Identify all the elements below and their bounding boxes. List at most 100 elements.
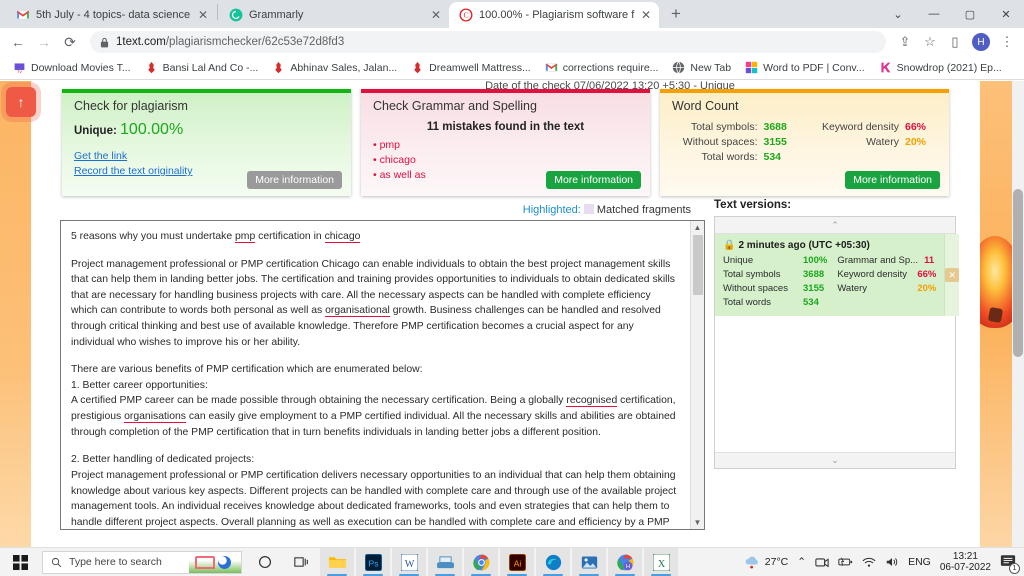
- stat-row: Total words: 534: [672, 151, 796, 163]
- gmail-icon: [544, 63, 558, 72]
- notifications-button[interactable]: 1: [1000, 554, 1020, 574]
- page-scrollbar-thumb[interactable]: [1013, 189, 1023, 357]
- bookmark-dreamwell-mattress[interactable]: Dreamwell Mattress...: [404, 59, 538, 76]
- stat-label: Total symbols: [723, 269, 781, 280]
- chrome-profile-icon: H: [616, 554, 633, 570]
- window-close-button[interactable]: ✕: [988, 0, 1024, 28]
- bookmark-word-to-pdf[interactable]: Word to PDF | Conv...: [738, 59, 872, 76]
- share-icon[interactable]: ⇪: [894, 31, 916, 53]
- bookmark-label: Download Movies T...: [31, 61, 131, 74]
- k-icon: [881, 62, 891, 73]
- news-and-interests-widget[interactable]: [189, 551, 241, 573]
- word-count-more-information-button[interactable]: More information: [845, 171, 940, 189]
- bookmark-star-icon[interactable]: ☆: [919, 31, 941, 53]
- text-versions-collapse-button[interactable]: ⌃: [715, 217, 955, 234]
- stat-value: 66%: [905, 121, 927, 133]
- word-icon: W: [400, 553, 418, 571]
- taskbar-chrome-button[interactable]: [464, 547, 498, 576]
- language-indicator[interactable]: ENG: [908, 556, 931, 568]
- browser-tab-1[interactable]: Grammarly ✕: [219, 2, 449, 28]
- bookmark-snowdrop[interactable]: Snowdrop (2021) Ep...: [872, 59, 1009, 76]
- bookmark-abhinav-sales[interactable]: Abhinav Sales, Jalan...: [265, 59, 404, 76]
- bookmark-new-tab[interactable]: New Tab: [665, 59, 738, 76]
- document-panel: Highlighted: Matched fragments 5 reasons …: [60, 204, 705, 530]
- chrome-menu-icon[interactable]: ⋮: [996, 31, 1018, 53]
- word-count-left-column: Total symbols: 3688 Without spaces: 3155 T…: [672, 121, 796, 163]
- document-scroll-down-icon[interactable]: ▼: [691, 516, 704, 529]
- svg-text:H: H: [626, 563, 630, 569]
- copyright-icon: C: [459, 8, 473, 22]
- unique-value: 100.00%: [120, 121, 184, 138]
- windows-icon: [12, 554, 28, 570]
- browser-tab-1-close-icon[interactable]: ✕: [431, 9, 441, 21]
- taskbar-cortana-button[interactable]: [248, 548, 282, 576]
- stat-label: Grammar and Sp...: [837, 255, 919, 266]
- taskbar-photos-button[interactable]: [572, 547, 606, 576]
- stat-label: Total words: [723, 297, 772, 308]
- stat-label: Without spaces:: [682, 136, 758, 148]
- browser-tab-2[interactable]: C 100.00% - Plagiarism software fre ✕: [449, 2, 659, 28]
- start-button[interactable]: [0, 554, 40, 570]
- lock-icon: [100, 37, 109, 47]
- taskbar-clock[interactable]: 13:21 06-07-2022: [940, 551, 991, 574]
- taskbar-excel-button[interactable]: X: [644, 547, 678, 576]
- doc-title-line: 5 reasons why you must undertake pmp cer…: [71, 231, 361, 243]
- window-controls: ⌄ — ▢ ✕: [880, 0, 1024, 28]
- battery-icon[interactable]: [838, 556, 853, 568]
- text-versions-expand-button[interactable]: ⌄: [715, 452, 955, 468]
- document-scrollbar[interactable]: ▲ ▼: [690, 221, 704, 529]
- forward-button[interactable]: →: [32, 30, 56, 54]
- scroll-to-top-button[interactable]: ↑: [6, 87, 36, 117]
- text-version-timestamp: 🔒 2 minutes ago (UTC +05:30): [723, 240, 936, 251]
- address-bar[interactable]: 1text.com/plagiarismchecker/62c53e72d8fd…: [90, 31, 886, 53]
- back-button[interactable]: ←: [6, 30, 30, 54]
- plagiarism-card-title: Check for plagiarism: [74, 99, 188, 113]
- plagiarism-more-information-button[interactable]: More information: [247, 171, 342, 189]
- tab-separator: [217, 3, 218, 20]
- camera-icon[interactable]: [815, 556, 829, 568]
- taskbar-scanner-button[interactable]: [428, 547, 462, 576]
- side-panel-icon[interactable]: ▯: [944, 31, 966, 53]
- svg-text:Ai: Ai: [513, 558, 521, 568]
- browser-tab-0[interactable]: 5th July - 4 topics- data science ( ✕: [6, 2, 216, 28]
- window-minimize-button[interactable]: —: [916, 0, 952, 28]
- wifi-icon[interactable]: [862, 556, 876, 568]
- text-version-delete-button[interactable]: ✕: [944, 234, 960, 316]
- page-scrollbar[interactable]: [1012, 81, 1024, 547]
- document-scrollbar-thumb[interactable]: [693, 235, 703, 295]
- bookmark-download-movies[interactable]: TV Download Movies T...: [6, 59, 138, 76]
- bookmark-bansi-lal[interactable]: Bansi Lal And Co -...: [138, 59, 266, 76]
- volume-icon[interactable]: [885, 556, 899, 568]
- text-version-item[interactable]: 🔒 2 minutes ago (UTC +05:30) Unique 100% T…: [715, 234, 960, 316]
- movies-icon: TV: [13, 61, 26, 74]
- stat-value: 3155: [763, 136, 787, 148]
- get-the-link-link[interactable]: Get the link: [74, 149, 339, 164]
- document-scroll-up-icon[interactable]: ▲: [691, 221, 704, 234]
- taskbar-photoshop-button[interactable]: Ps: [356, 547, 390, 576]
- new-tab-button[interactable]: +: [663, 1, 689, 27]
- window-maximize-button[interactable]: ▢: [952, 0, 988, 28]
- browser-tab-2-close-icon[interactable]: ✕: [641, 9, 651, 21]
- bookmark-corrections-require[interactable]: corrections require...: [538, 59, 666, 76]
- taskbar-task-view-button[interactable]: [284, 548, 318, 576]
- show-hidden-icons-chevron[interactable]: ⌃: [797, 556, 806, 568]
- taskbar-search-input[interactable]: Type here to search: [42, 550, 242, 574]
- profile-avatar[interactable]: H: [972, 33, 990, 51]
- document-text-box[interactable]: 5 reasons why you must undertake pmp cer…: [60, 220, 705, 530]
- browser-tab-0-close-icon[interactable]: ✕: [198, 9, 208, 21]
- svg-text:TV: TV: [17, 69, 22, 74]
- taskbar-illustrator-button[interactable]: Ai: [500, 547, 534, 576]
- weather-widget[interactable]: 27°C: [744, 555, 788, 569]
- reload-button[interactable]: ⟳: [58, 30, 82, 54]
- weather-temperature: 27°C: [764, 556, 789, 568]
- emblem-icon: [414, 61, 421, 74]
- tab-search-caret-icon[interactable]: ⌄: [880, 0, 916, 28]
- taskbar-chrome-profile-button[interactable]: H: [608, 547, 642, 576]
- grammar-more-information-button[interactable]: More information: [546, 171, 641, 189]
- stat-label: Keyword density: [821, 121, 899, 133]
- taskbar-edge-button[interactable]: [536, 547, 570, 576]
- football-goal-icon: [195, 555, 215, 569]
- bookmark-label: Bansi Lal And Co -...: [162, 61, 259, 74]
- taskbar-word-button[interactable]: W: [392, 547, 426, 576]
- taskbar-file-explorer-button[interactable]: [320, 547, 354, 576]
